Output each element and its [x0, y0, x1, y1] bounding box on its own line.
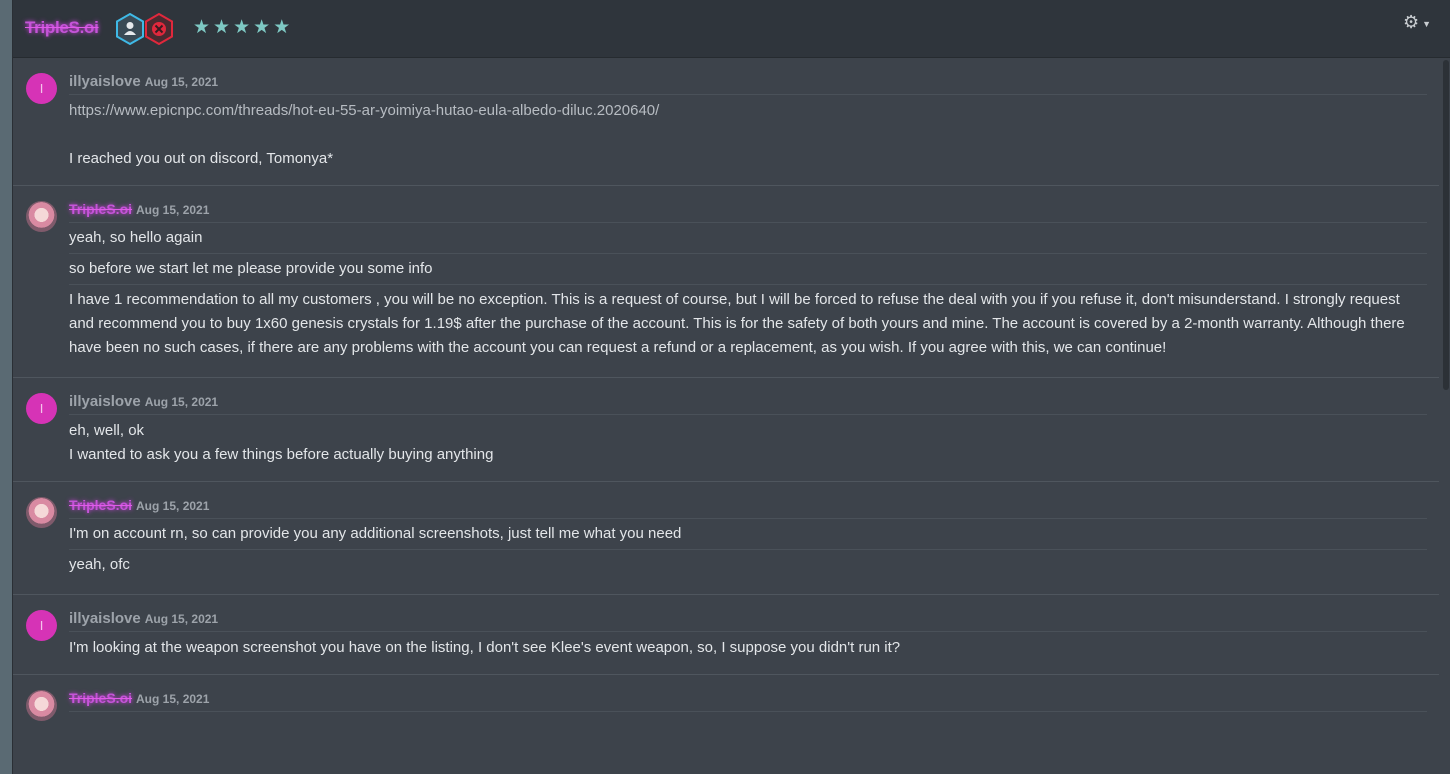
avatar[interactable]: [26, 201, 57, 232]
message: I illyaislove Aug 15, 2021 https://www.e…: [13, 58, 1439, 186]
avatar[interactable]: I: [26, 610, 57, 641]
user-badge-icon: [116, 13, 144, 45]
message-header: TripleS.oi Aug 15, 2021: [69, 201, 1427, 223]
message: TripleS.oi Aug 15, 2021 I'm on account r…: [13, 482, 1439, 595]
message-date: Aug 15, 2021: [144, 395, 219, 409]
message-date: Aug 15, 2021: [144, 612, 219, 626]
message-header: TripleS.oi Aug 15, 2021: [69, 497, 1427, 519]
chevron-down-icon: ▼: [1422, 19, 1431, 29]
avatar[interactable]: I: [26, 393, 57, 424]
message-date: Aug 15, 2021: [136, 499, 210, 513]
star-icon: ★: [233, 17, 251, 38]
message-date: Aug 15, 2021: [136, 203, 210, 217]
star-icon: ★: [273, 17, 291, 38]
message-list: I illyaislove Aug 15, 2021 https://www.e…: [13, 58, 1439, 726]
message-header: TripleS.oi Aug 15, 2021: [69, 690, 1427, 712]
message-author[interactable]: TripleS.oi: [69, 497, 132, 513]
message-author[interactable]: illyaislove: [69, 393, 141, 410]
message-text: I have 1 recommendation to all my custom…: [69, 291, 1405, 356]
message-text: so before we start let me please provide…: [69, 254, 1427, 285]
message: I illyaislove Aug 15, 2021 eh, well, ok …: [13, 378, 1439, 482]
conversation-header: TripleS.oi ★ ★ ★ ★ ★ ⚙ ▼: [13, 0, 1450, 58]
star-icon: ★: [253, 17, 271, 38]
avatar[interactable]: [26, 497, 57, 528]
rating-stars: ★ ★ ★ ★ ★: [193, 18, 290, 37]
message-link[interactable]: https://www.epicnpc.com/threads/hot-eu-5…: [69, 99, 1427, 123]
message-text: eh, well, ok: [69, 422, 145, 439]
message-text: yeah, ofc: [69, 556, 130, 573]
message: TripleS.oi Aug 15, 2021 yeah, so hello a…: [13, 186, 1439, 378]
message-text: I reached you out on discord, Tomonya*: [69, 150, 334, 167]
banned-badge-icon: [145, 13, 173, 45]
message-date: Aug 15, 2021: [144, 75, 219, 89]
message-header: illyaislove Aug 15, 2021: [69, 393, 1427, 415]
message-author[interactable]: TripleS.oi: [69, 690, 132, 706]
message-text: yeah, so hello again: [69, 223, 1427, 254]
message-header: illyaislove Aug 15, 2021: [69, 73, 1427, 95]
star-icon: ★: [213, 17, 231, 38]
message-text: I wanted to ask you a few things before …: [69, 446, 494, 463]
message-author[interactable]: TripleS.oi: [69, 201, 132, 217]
conversation-window: TripleS.oi ★ ★ ★ ★ ★ ⚙ ▼ I illyaislove A…: [12, 0, 1450, 774]
scrollbar[interactable]: [1443, 60, 1449, 390]
message: I illyaislove Aug 15, 2021 I'm looking a…: [13, 595, 1439, 675]
message-text: I'm looking at the weapon screenshot you…: [69, 639, 901, 656]
gear-icon: ⚙: [1402, 12, 1420, 32]
star-icon: ★: [193, 17, 211, 38]
avatar[interactable]: I: [26, 73, 57, 104]
settings-menu-button[interactable]: ⚙ ▼: [1403, 12, 1431, 33]
message-text: I'm on account rn, so can provide you an…: [69, 519, 1427, 550]
message: TripleS.oi Aug 15, 2021: [13, 675, 1439, 726]
recipient-name[interactable]: TripleS.oi: [25, 18, 99, 38]
avatar[interactable]: [26, 690, 57, 721]
message-author[interactable]: illyaislove: [69, 610, 141, 627]
message-date: Aug 15, 2021: [136, 692, 210, 706]
message-header: illyaislove Aug 15, 2021: [69, 610, 1427, 632]
message-author[interactable]: illyaislove: [69, 73, 141, 90]
